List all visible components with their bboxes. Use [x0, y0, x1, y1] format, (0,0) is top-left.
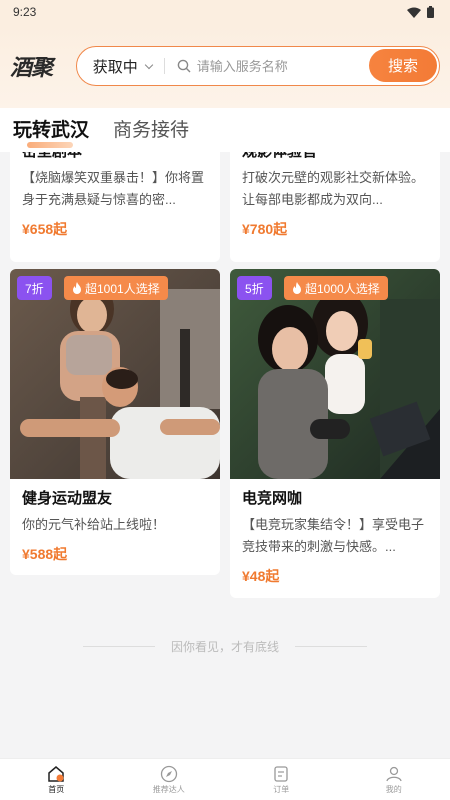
service-card[interactable]: 5折 超1000人选择 电竞网咖 【电竞玩家集结令！】享受电子竞技带来的刺激与快… — [230, 269, 440, 598]
card-grid: 密室剧本 【烧脑爆笑双重暴击！】你将置身于充满悬疑与惊喜的密... ¥658起 … — [0, 152, 450, 758]
divider-line — [82, 646, 155, 647]
discount-badge: 7折 — [17, 276, 52, 300]
end-of-list-text: 因你看见，才有底线 — [170, 640, 279, 654]
search-input[interactable] — [196, 58, 357, 74]
card-price: ¥780起 — [242, 221, 288, 237]
end-of-list-note: 因你看见，才有底线 — [0, 638, 450, 655]
divider-line — [295, 646, 367, 647]
wifi-icon — [407, 7, 421, 18]
gym-photo — [10, 269, 220, 479]
header: 酒聚 获取中 搜索 — [0, 24, 450, 108]
nav-item-profile[interactable]: 我的 — [338, 759, 450, 800]
service-card[interactable]: 7折 超1001人选择 健身运动盟友 你的元气补给站上线啦！ ¥588起 — [10, 269, 220, 575]
popular-label: 超1000人选择 — [305, 281, 380, 296]
nav-label: 订单 — [273, 784, 290, 794]
fire-icon — [293, 282, 301, 294]
search-divider — [163, 58, 165, 74]
status-bar: 9:23 — [0, 0, 450, 24]
nav-label: 我的 — [385, 784, 402, 794]
card-price: ¥48起 — [242, 568, 280, 584]
search-box: 获取中 搜索 — [75, 46, 440, 86]
user-icon — [386, 766, 402, 781]
order-icon — [274, 765, 288, 782]
card-description: 【烧脑爆笑双重暴击！】你将置身于充满悬疑与惊喜的密... — [22, 170, 205, 207]
home-icon — [48, 765, 64, 782]
nav-item-recommend[interactable]: 推荐达人 — [113, 759, 226, 800]
card-title: 电竞网咖 — [242, 490, 303, 507]
card-title: 健身运动盟友 — [22, 490, 113, 507]
nav-label: 推荐达人 — [152, 784, 185, 794]
card-title: 密室剧本 — [22, 152, 208, 161]
card-description: 打破次元壁的观影社交新体验。让每部电影都成为双向... — [242, 170, 425, 207]
category-tabs: 玩转武汉 商务接待 — [0, 108, 450, 152]
status-icons — [407, 6, 434, 18]
service-card[interactable]: 观影体验官 打破次元壁的观影社交新体验。让每部电影都成为双向... ¥780起 — [230, 152, 440, 262]
card-image: 5折 超1000人选择 — [230, 269, 440, 479]
card-description: 【电竞玩家集结令！】享受电子竞技带来的刺激与快感。... — [242, 517, 425, 554]
bottom-nav: 首页 推荐达人 订单 我的 — [0, 758, 450, 800]
location-label: 获取中 — [92, 58, 138, 76]
popular-badge: 超1000人选择 — [284, 276, 388, 300]
esports-photo — [230, 269, 440, 479]
card-price: ¥588起 — [22, 546, 68, 562]
card-description: 你的元气补给站上线啦！ — [22, 517, 166, 532]
nav-label: 首页 — [48, 784, 65, 794]
nav-item-orders[interactable]: 订单 — [225, 759, 338, 800]
discount-badge: 5折 — [237, 276, 272, 300]
search-icon — [177, 59, 191, 73]
service-card[interactable]: 密室剧本 【烧脑爆笑双重暴击！】你将置身于充满悬疑与惊喜的密... ¥658起 — [10, 152, 220, 262]
search-button[interactable]: 搜索 — [369, 49, 437, 82]
app-logo: 酒聚 — [10, 55, 53, 81]
status-time: 9:23 — [13, 5, 37, 19]
popular-label: 超1001人选择 — [85, 281, 160, 296]
popular-badge: 超1001人选择 — [64, 276, 168, 300]
card-price: ¥658起 — [22, 221, 68, 237]
location-selector[interactable]: 获取中 — [92, 56, 153, 77]
card-title: 观影体验官 — [242, 152, 428, 161]
chevron-down-icon — [144, 60, 153, 69]
card-image: 7折 超1001人选择 — [10, 269, 220, 479]
nav-item-home[interactable]: 首页 — [0, 759, 113, 800]
tab-shang-wu-jie-dai[interactable]: 商务接待 — [113, 115, 189, 146]
tab-wan-zhuan-wuhan[interactable]: 玩转武汉 — [13, 115, 89, 148]
battery-icon — [427, 6, 434, 18]
compass-icon — [160, 765, 177, 782]
fire-icon — [73, 282, 81, 294]
